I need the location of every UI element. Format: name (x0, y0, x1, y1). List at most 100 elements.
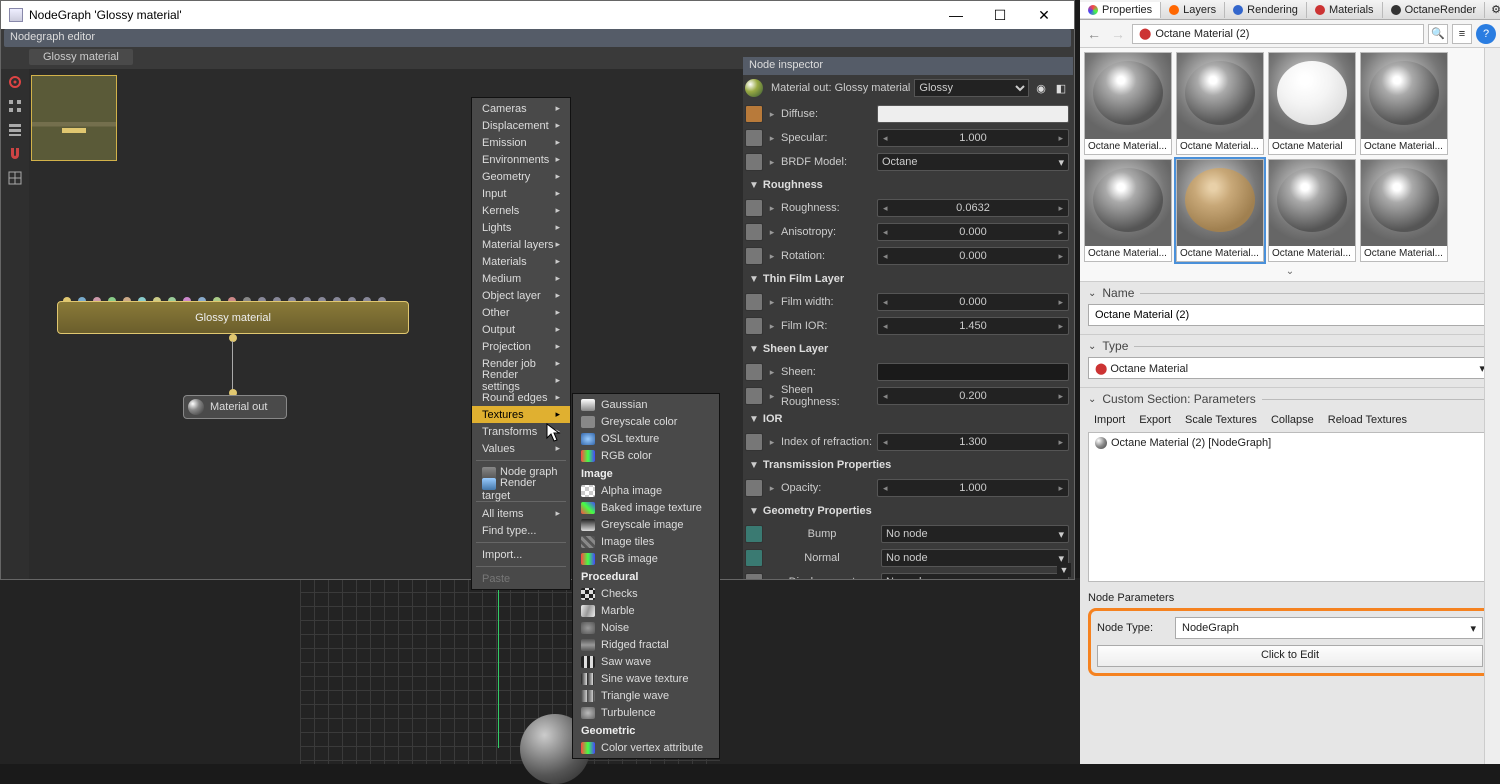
menu-input[interactable]: Input▸ (472, 185, 570, 202)
submenu-alpha-image[interactable]: Alpha image (573, 482, 719, 499)
menu-other[interactable]: Other▸ (472, 304, 570, 321)
sheenr-pin[interactable] (745, 387, 763, 405)
node-link[interactable] (232, 341, 233, 391)
menu-lights[interactable]: Lights▸ (472, 219, 570, 236)
menu-environments[interactable]: Environments▸ (472, 151, 570, 168)
menu-render-settings[interactable]: Render settings▸ (472, 372, 570, 389)
menu-values[interactable]: Values▸ (472, 440, 570, 457)
material-thumb-4[interactable]: Octane Material... (1360, 52, 1448, 155)
diffuse-color[interactable] (877, 105, 1069, 123)
tab-rendering[interactable]: Rendering (1225, 2, 1307, 18)
section-transmission[interactable]: ▼Transmission Properties (745, 455, 1069, 475)
menu-icon[interactable]: ≡ (1452, 24, 1472, 44)
disp-pin[interactable] (745, 573, 763, 579)
submenu-checks[interactable]: Checks (573, 585, 719, 602)
menu-all-items[interactable]: All items▸ (472, 505, 570, 522)
action-export[interactable]: Export (1139, 414, 1171, 426)
tab-properties[interactable]: Properties (1080, 2, 1161, 18)
filmwidth-slider[interactable]: ◂0.000▸ (877, 293, 1069, 311)
submenu-osl-texture[interactable]: OSL texture (573, 430, 719, 447)
submenu-color-vertex-attr[interactable]: Color vertex attribute (573, 739, 719, 756)
menu-round-edges[interactable]: Round edges▸ (472, 389, 570, 406)
name-input[interactable] (1088, 304, 1492, 326)
nodegraph-canvas[interactable]: Glossy material Material out Cameras▸ Di… (29, 69, 743, 579)
filmior-pin[interactable] (745, 317, 763, 335)
aniso-slider[interactable]: ◂0.000▸ (877, 223, 1069, 241)
opacity-slider[interactable]: ◂1.000▸ (877, 479, 1069, 497)
submenu-image-tiles[interactable]: Image tiles (573, 533, 719, 550)
filmwidth-pin[interactable] (745, 293, 763, 311)
action-scale-textures[interactable]: Scale Textures (1185, 414, 1257, 426)
sheen-color[interactable] (877, 363, 1069, 381)
glossy-material-node[interactable]: Glossy material (57, 301, 409, 334)
nav-back-button[interactable]: ← (1084, 24, 1104, 44)
submenu-ridged-fractal[interactable]: Ridged fractal (573, 636, 719, 653)
tree-item[interactable]: Octane Material (2) [NodeGraph] (1111, 437, 1271, 449)
section-ior[interactable]: ▼IOR (745, 409, 1069, 429)
tool-magnet-icon[interactable] (3, 143, 27, 165)
tab-materials[interactable]: Materials (1307, 2, 1383, 18)
type-select[interactable]: ⬤ Octane Material▾ (1088, 357, 1492, 379)
section-roughness[interactable]: ▼Roughness (745, 175, 1069, 195)
brdf-select[interactable]: Octane▾ (877, 153, 1069, 171)
click-to-edit-button[interactable]: Click to Edit (1097, 645, 1483, 667)
material-thumb-7[interactable]: Octane Material... (1268, 159, 1356, 262)
window-minimize-button[interactable]: — (934, 2, 978, 28)
roughness-slider[interactable]: ◂0.0632▸ (877, 199, 1069, 217)
ior-slider[interactable]: ◂1.300▸ (877, 433, 1069, 451)
window-maximize-button[interactable]: ☐ (978, 2, 1022, 28)
menu-output[interactable]: Output▸ (472, 321, 570, 338)
rotation-slider[interactable]: ◂0.000▸ (877, 247, 1069, 265)
filmior-slider[interactable]: ◂1.450▸ (877, 317, 1069, 335)
material-type-select[interactable]: Glossy (914, 79, 1029, 97)
menu-render-target[interactable]: Render target (472, 481, 570, 498)
menu-import[interactable]: Import... (472, 546, 570, 563)
rotation-pin[interactable] (745, 247, 763, 265)
window-titlebar[interactable]: NodeGraph 'Glossy material' — ☐ ✕ (1, 1, 1074, 29)
material-thumb-5[interactable]: Octane Material... (1084, 159, 1172, 262)
material-thumb-8[interactable]: Octane Material... (1360, 159, 1448, 262)
material-out-node[interactable]: Material out (183, 395, 287, 419)
brdf-pin[interactable] (745, 153, 763, 171)
normal-select[interactable]: No node▾ (881, 549, 1069, 567)
submenu-rgb-color[interactable]: RGB color (573, 447, 719, 464)
specular-pin[interactable] (745, 129, 763, 147)
tool-layout-icon[interactable] (3, 119, 27, 141)
submenu-turbulence[interactable]: Turbulence (573, 704, 719, 721)
material-thumb-6[interactable]: Octane Material... (1176, 159, 1264, 262)
submenu-gaussian[interactable]: Gaussian (573, 396, 719, 413)
action-import[interactable]: Import (1094, 414, 1125, 426)
specular-slider[interactable]: ◂1.000▸ (877, 129, 1069, 147)
sheenr-slider[interactable]: ◂0.200▸ (877, 387, 1069, 405)
viewport-3d[interactable] (0, 578, 1080, 764)
submenu-greyscale-image[interactable]: Greyscale image (573, 516, 719, 533)
breadcrumb[interactable]: ⬤Octane Material (2) (1132, 24, 1424, 44)
nav-forward-button[interactable]: → (1108, 24, 1128, 44)
submenu-marble[interactable]: Marble (573, 602, 719, 619)
inspector-scroll-down[interactable]: ▼ (1057, 563, 1071, 577)
section-geometry[interactable]: ▼Geometry Properties (745, 501, 1069, 521)
tool-target-icon[interactable] (3, 71, 27, 93)
material-thumb-3[interactable]: Octane Material (1268, 52, 1356, 155)
submenu-greyscale-color[interactable]: Greyscale color (573, 413, 719, 430)
aniso-pin[interactable] (745, 223, 763, 241)
tab-layers[interactable]: Layers (1161, 2, 1225, 18)
menu-materials[interactable]: Materials▸ (472, 253, 570, 270)
menu-object-layer[interactable]: Object layer▸ (472, 287, 570, 304)
bump-select[interactable]: No node▾ (881, 525, 1069, 543)
action-reload-textures[interactable]: Reload Textures (1328, 414, 1407, 426)
section-sheen[interactable]: ▼Sheen Layer (745, 339, 1069, 359)
tab-octanerender[interactable]: OctaneRender (1383, 2, 1486, 18)
tab-glossy-material[interactable]: Glossy material (29, 49, 133, 65)
material-thumb-2[interactable]: Octane Material... (1176, 52, 1264, 155)
bump-pin[interactable] (745, 525, 763, 543)
submenu-noise[interactable]: Noise (573, 619, 719, 636)
menu-emission[interactable]: Emission▸ (472, 134, 570, 151)
roughness-pin[interactable] (745, 199, 763, 217)
ior-pin[interactable] (745, 433, 763, 451)
submenu-baked-image[interactable]: Baked image texture (573, 499, 719, 516)
action-collapse[interactable]: Collapse (1271, 414, 1314, 426)
visibility-icon[interactable]: ◉ (1033, 82, 1049, 95)
menu-textures[interactable]: Textures▸ (472, 406, 570, 423)
material-thumbnail[interactable] (31, 75, 117, 161)
